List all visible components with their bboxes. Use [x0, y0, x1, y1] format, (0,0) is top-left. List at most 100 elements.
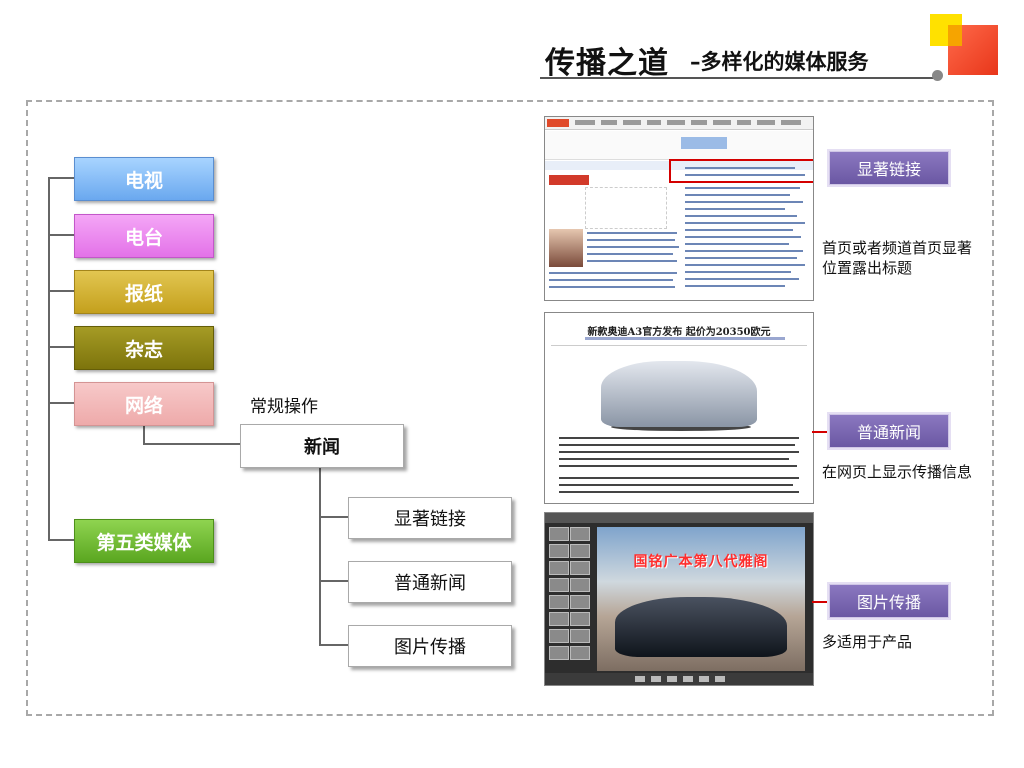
category-tv[interactable]: 电视 [74, 157, 214, 201]
portal-text-line [685, 236, 801, 238]
connector-image-spread [812, 601, 829, 603]
gallery-top-bar [545, 513, 813, 523]
gallery-next-icon[interactable] [667, 676, 677, 682]
portal-homepage-screenshot [544, 116, 814, 301]
portal-text-line [587, 246, 679, 248]
portal-text-line [685, 264, 805, 266]
article-title: 新款奥迪A3官方发布 起价为20350欧元 [587, 327, 771, 338]
gallery-thumbnail[interactable] [549, 612, 569, 626]
gallery-thumbnail[interactable] [570, 595, 590, 609]
gallery-thumbnail-strip [549, 527, 590, 675]
article-meta-line [585, 337, 785, 340]
gallery-save-icon[interactable] [699, 676, 709, 682]
gallery-prev-icon[interactable] [651, 676, 661, 682]
internet-drop-line [143, 424, 145, 444]
article-separator [551, 345, 807, 346]
gallery-thumbnail[interactable] [570, 578, 590, 592]
portal-text-line [685, 271, 791, 273]
sub-item-general-news[interactable]: 普通新闻 [348, 561, 512, 603]
gallery-thumbnail[interactable] [570, 544, 590, 558]
portal-text-line [685, 208, 785, 210]
portal-text-line [587, 253, 673, 255]
portal-text-line [549, 279, 673, 281]
portal-text-line [685, 278, 799, 280]
branch-line-newspaper [48, 290, 74, 292]
gallery-thumbnail[interactable] [570, 629, 590, 643]
portal-text-line [587, 232, 677, 234]
article-text-line [559, 484, 793, 486]
portal-text-line [685, 222, 805, 224]
category-internet[interactable]: 网络 [74, 382, 214, 426]
gallery-photo-banner: 国铭广本第八代雅阁 [633, 554, 769, 570]
article-text-line [559, 437, 799, 439]
news-trunk-line [319, 466, 321, 646]
article-text-line [559, 477, 799, 479]
gallery-control-bar [545, 673, 813, 685]
page-title: 传播之道 [545, 46, 669, 81]
portal-search-logo [681, 137, 727, 149]
sub-item-prominent-link[interactable]: 显著链接 [348, 497, 512, 539]
portal-section-logo [549, 175, 589, 185]
gallery-car-image [615, 597, 787, 657]
portal-text-line [685, 257, 797, 259]
category-magazine[interactable]: 杂志 [74, 326, 214, 370]
portal-text-line [685, 194, 790, 196]
desc-general-news: 在网页上显示传播信息 [822, 463, 973, 481]
article-text-line [559, 458, 789, 460]
portal-text-line [685, 250, 803, 252]
tag-general-news: 普通新闻 [829, 414, 949, 448]
desc-prominent-link: 首页或者频道首页显著位置露出标题 [822, 239, 973, 277]
category-radio[interactable]: 电台 [74, 214, 214, 258]
gallery-thumbnail[interactable] [549, 527, 569, 541]
gallery-play-icon[interactable] [683, 676, 693, 682]
news-box[interactable]: 新闻 [240, 424, 404, 468]
sub-item-image-spread[interactable]: 图片传播 [348, 625, 512, 667]
gallery-thumbnail[interactable] [549, 646, 569, 660]
article-text-line [559, 451, 799, 453]
portal-search-row [545, 131, 813, 160]
gallery-fullscreen-icon[interactable] [715, 676, 725, 682]
title-underline [540, 77, 940, 79]
portal-photo [549, 229, 583, 267]
gallery-thumbnail[interactable] [549, 595, 569, 609]
tag-prominent-link: 显著链接 [829, 151, 949, 185]
portal-text-line [549, 272, 677, 274]
gallery-thumbnail[interactable] [570, 527, 590, 541]
portal-text-line [587, 260, 677, 262]
article-car-image [601, 361, 757, 427]
portal-ad-area [585, 187, 667, 229]
gallery-thumbnail[interactable] [549, 578, 569, 592]
news-article-screenshot: 新款奥迪A3官方发布 起价为20350欧元 [544, 312, 814, 504]
tag-image-spread: 图片传播 [829, 584, 949, 618]
branch-line-fifth [48, 539, 74, 541]
branch-line-magazine [48, 346, 74, 348]
portal-text-line [549, 286, 675, 288]
branch-line-tv [48, 177, 74, 179]
tree-trunk-line [48, 177, 50, 541]
decor-overlap-square [948, 25, 962, 46]
desc-image-spread: 多适用于产品 [822, 633, 913, 651]
portal-text-line [685, 201, 803, 203]
portal-text-line [685, 229, 793, 231]
gallery-thumbnail[interactable] [570, 646, 590, 660]
gallery-thumbnail[interactable] [549, 544, 569, 558]
gallery-thumbnail[interactable] [570, 612, 590, 626]
gallery-thumbnail[interactable] [549, 561, 569, 575]
gallery-thumbnail[interactable] [549, 629, 569, 643]
internet-to-news-line [143, 443, 240, 445]
image-gallery-screenshot: 国铭广本第八代雅阁 [544, 512, 814, 686]
portal-text-line [685, 243, 789, 245]
portal-nav-bar [545, 117, 813, 130]
portal-text-line [685, 187, 800, 189]
title-dot-decoration [932, 70, 943, 81]
article-text-line [559, 465, 797, 467]
news-branch-2 [319, 580, 348, 582]
news-branch-3 [319, 644, 348, 646]
category-fifth-media[interactable]: 第五类媒体 [74, 519, 214, 563]
news-branch-1 [319, 516, 348, 518]
page-subtitle: –多样化的媒体服务 [690, 50, 869, 74]
portal-text-line [685, 285, 785, 287]
category-newspaper[interactable]: 报纸 [74, 270, 214, 314]
gallery-zoom-icon[interactable] [635, 676, 645, 682]
gallery-thumbnail[interactable] [570, 561, 590, 575]
